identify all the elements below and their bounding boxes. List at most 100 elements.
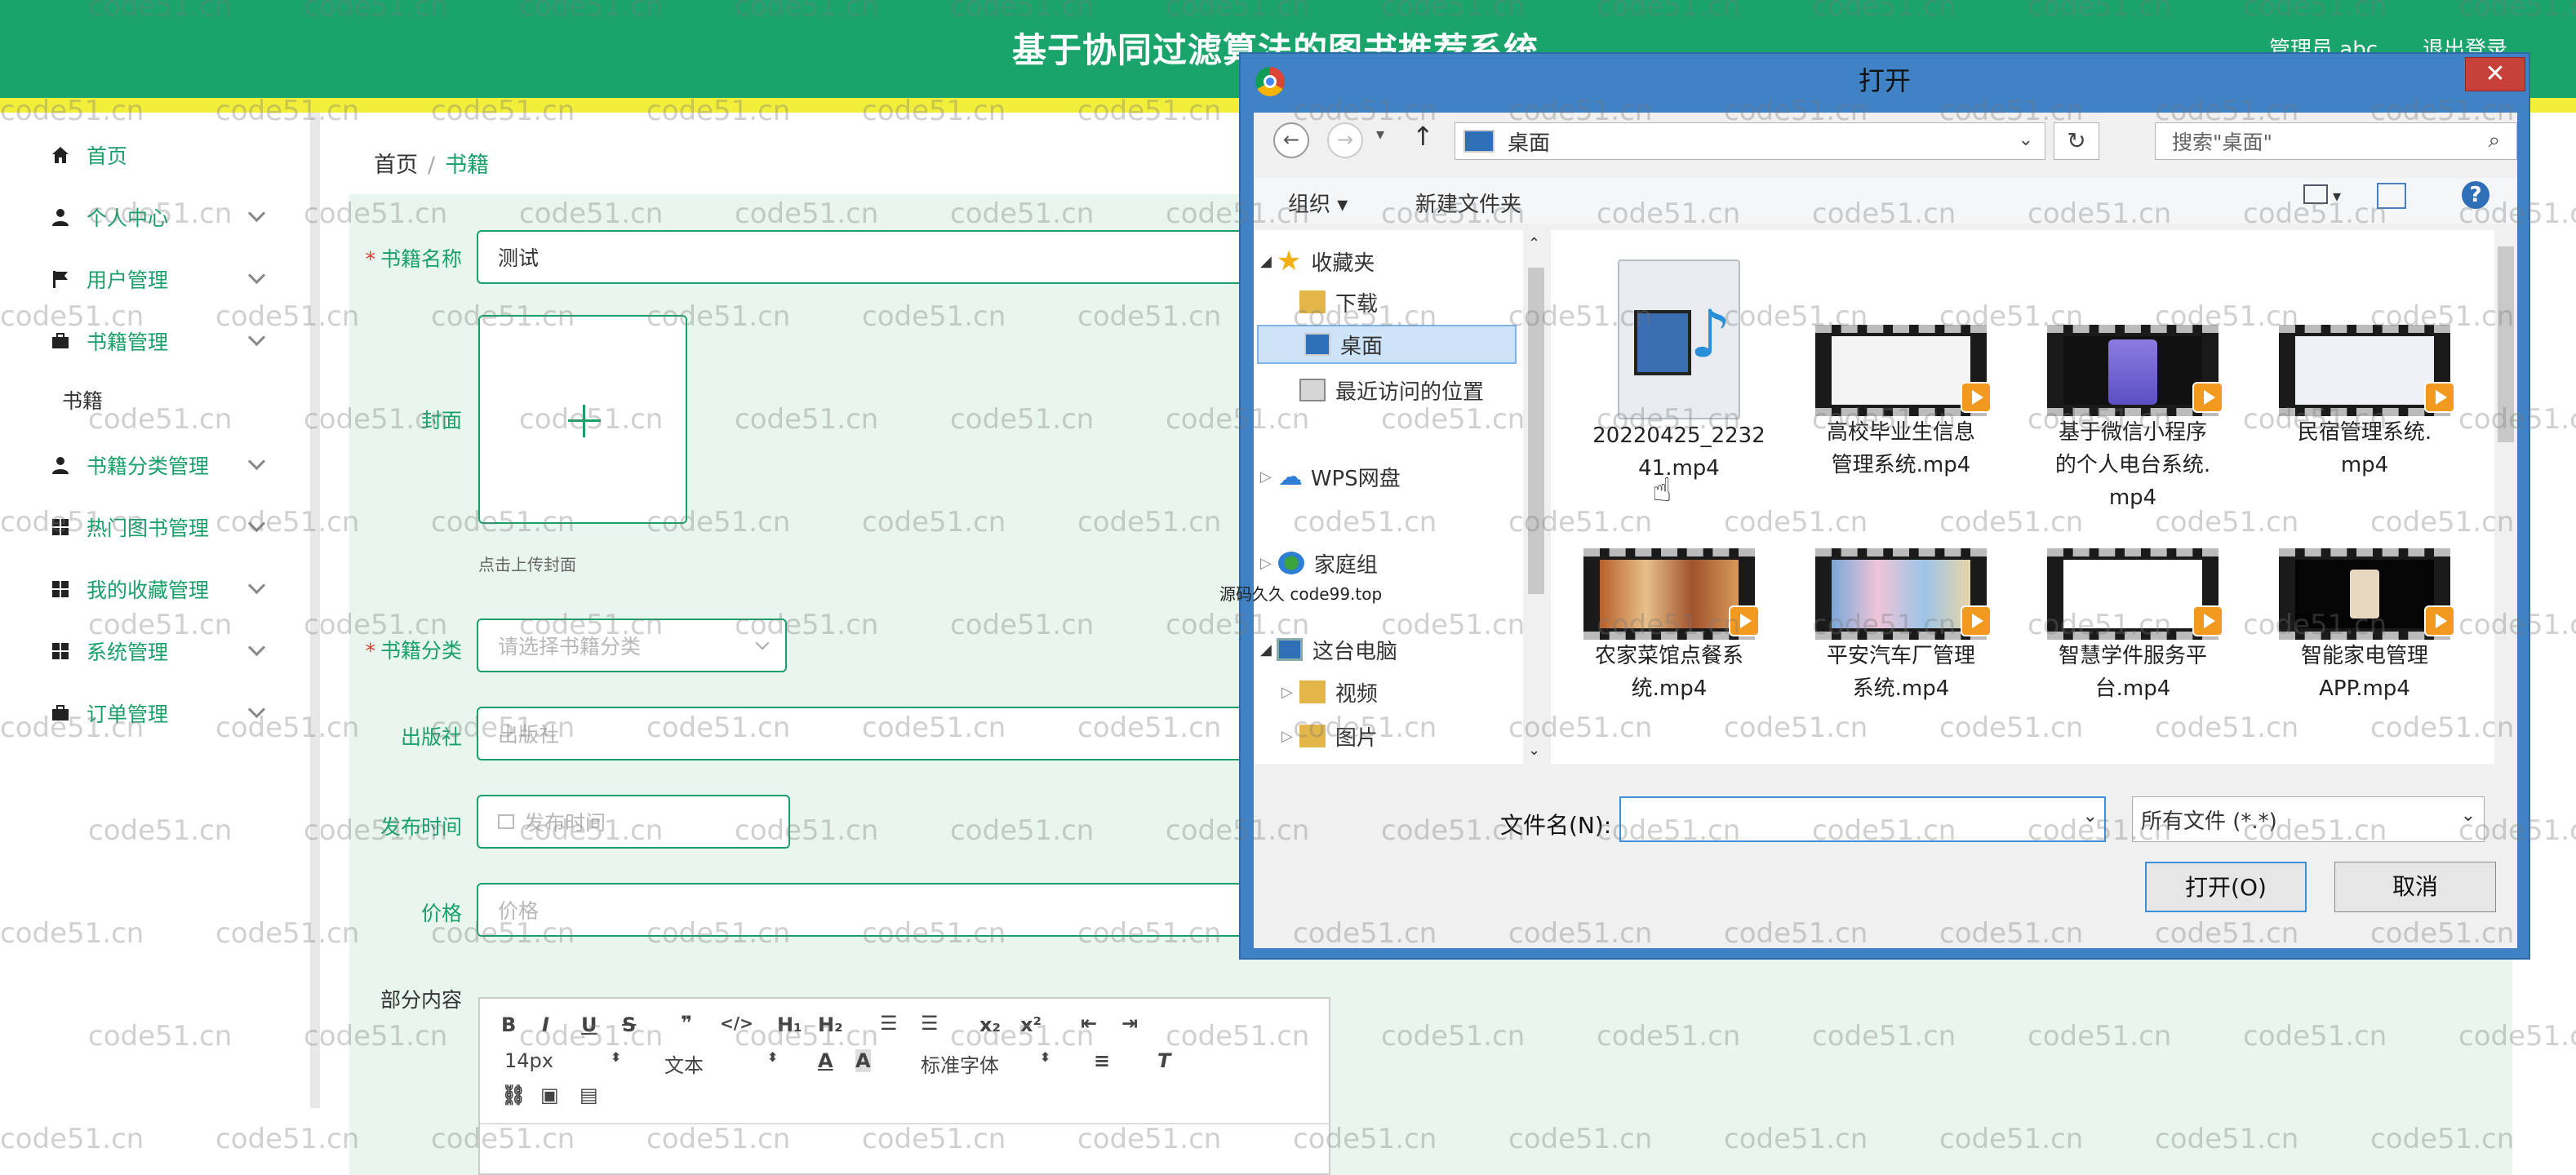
tree-item-recent[interactable]: 最近访问的位置	[1299, 370, 1484, 410]
sidebar-item-profile[interactable]: 个人中心	[49, 194, 278, 240]
clear-format-button[interactable]: T	[1157, 1049, 1170, 1072]
bold-button[interactable]: B	[501, 1013, 516, 1036]
search-input[interactable]: 搜索"桌面" ⌕	[2155, 122, 2517, 160]
tree-item-favorites[interactable]: ◢ ★ 收藏夹	[1260, 242, 1375, 281]
heading1-button[interactable]: H₁	[777, 1013, 802, 1036]
sidebar-scrollbar[interactable]	[310, 113, 320, 1108]
font-color-button[interactable]: A	[818, 1049, 833, 1072]
indent-icon[interactable]: ⇥	[1121, 1012, 1138, 1035]
superscript-button[interactable]: x²	[1020, 1013, 1042, 1036]
cancel-button[interactable]: 取消	[2334, 862, 2496, 912]
chevron-down-icon[interactable]: ⌄	[2019, 130, 2033, 150]
tree-item-homegroup[interactable]: ▷ 家庭组	[1260, 543, 1378, 583]
category-label: * 书籍分类	[365, 639, 462, 663]
background-color-button[interactable]: A	[855, 1049, 871, 1072]
sidebar-item-system[interactable]: 系统管理	[49, 628, 278, 674]
help-icon[interactable]: ?	[2462, 181, 2489, 209]
dialog-close-button[interactable]: ✕	[2465, 57, 2525, 91]
link-icon[interactable]: ⛓	[501, 1084, 526, 1106]
organize-menu[interactable]: 组织 ▾	[1288, 188, 1348, 218]
subscript-button[interactable]: x₂	[979, 1013, 1001, 1036]
file-name-line: APP.mp4	[2319, 676, 2410, 701]
tree-item-this-pc[interactable]: ◢ 这台电脑	[1260, 630, 1397, 669]
tree-scrollbar[interactable]: ⌃ ⌄	[1525, 230, 1548, 764]
file-item[interactable]: 智能家电管理 APP.mp4	[2272, 548, 2457, 705]
sidebar-subitem-books[interactable]: 书籍	[62, 385, 103, 415]
sidebar-item-hot-books[interactable]: 热门图书管理	[49, 504, 278, 550]
scroll-up-icon[interactable]: ⌃	[1528, 235, 1540, 252]
view-dropdown-icon[interactable]: ▾	[2333, 186, 2341, 206]
file-item[interactable]: 农家菜馆点餐系 统.mp4	[1577, 548, 1761, 705]
tree-scrollbar-thumb[interactable]	[1528, 268, 1544, 594]
view-options-icon[interactable]	[2303, 184, 2328, 204]
text-style-select[interactable]: 文本	[664, 1049, 704, 1078]
tree-item-downloads[interactable]: 下载	[1299, 282, 1378, 321]
tree-item-wps-cloud[interactable]: ▷ ☁ WPS网盘	[1260, 457, 1401, 496]
sidebar-item-label: 我的收藏管理	[87, 579, 210, 602]
collapse-arrow-icon[interactable]: ▷	[1260, 555, 1272, 572]
category-select[interactable]: 请选择书籍分类	[477, 619, 787, 672]
file-item[interactable]: 基于微信小程序 的个人电台系统. mp4	[2041, 325, 2225, 514]
filename-label: 文件名(N):	[1500, 812, 1612, 839]
strike-button[interactable]: S	[622, 1013, 636, 1036]
video-icon[interactable]: ▤	[580, 1084, 598, 1106]
underline-button[interactable]: U	[581, 1013, 597, 1036]
font-family-select[interactable]: 标准字体	[921, 1049, 999, 1078]
file-list-scrollbar-thumb[interactable]	[2498, 246, 2514, 442]
file-item[interactable]: 民宿管理系统. mp4	[2272, 325, 2457, 481]
publish-date-picker[interactable]: 发布时间	[477, 795, 790, 849]
expand-arrow-icon[interactable]: ◢	[1260, 641, 1272, 658]
up-arrow-icon[interactable]: ↑	[1412, 121, 1434, 152]
sidebar-item-home[interactable]: 首页	[49, 132, 278, 178]
collapse-arrow-icon[interactable]: ▷	[1260, 468, 1272, 486]
quote-button[interactable]: ❞	[681, 1012, 692, 1035]
cover-upload-box[interactable]	[478, 315, 687, 524]
tree-item-videos[interactable]: ▷ 视频	[1281, 672, 1378, 712]
sidebar-item-label: 热门图书管理	[87, 517, 210, 540]
recent-dropdown-icon[interactable]: ▾	[1376, 124, 1384, 144]
image-icon[interactable]: ▣	[540, 1084, 559, 1106]
collapse-arrow-icon[interactable]: ▷	[1281, 684, 1293, 701]
file-item[interactable]: 智慧学件服务平 台.mp4	[2041, 548, 2225, 705]
forward-arrow-icon[interactable]: →	[1327, 122, 1363, 158]
address-text: 桌面	[1508, 131, 1551, 156]
tree-item-pictures[interactable]: ▷ 图片	[1281, 716, 1378, 756]
tree-item-desktop[interactable]: 桌面	[1257, 325, 1517, 364]
briefcase-icon	[49, 702, 72, 725]
rich-text-editor[interactable]: B I U S ❞ </> H₁ H₂ ☰ ☰ x₂ x² ⇤ ⇥ 14px ⬍…	[478, 997, 1330, 1175]
sidebar-item-users[interactable]: 用户管理	[49, 256, 278, 302]
font-size-select[interactable]: 14px	[504, 1049, 553, 1072]
sidebar-item-favorites[interactable]: 我的收藏管理	[49, 566, 278, 612]
chevron-down-icon[interactable]: ⌄	[2083, 806, 2098, 827]
address-bar[interactable]: 桌面 ⌄	[1455, 122, 2045, 160]
collapse-arrow-icon[interactable]: ▷	[1281, 728, 1293, 745]
align-icon[interactable]: ≡	[1094, 1049, 1110, 1072]
open-button[interactable]: 打开(O)	[2145, 862, 2307, 912]
filename-input[interactable]: ⌄	[1619, 796, 2106, 842]
new-folder-button[interactable]: 新建文件夹	[1415, 188, 1521, 218]
scroll-down-icon[interactable]: ⌄	[1528, 742, 1540, 759]
file-item[interactable]: 高校毕业生信息 管理系统.mp4	[1809, 325, 1993, 481]
ordered-list-icon[interactable]: ☰	[880, 1012, 898, 1035]
back-arrow-icon[interactable]: ←	[1273, 122, 1309, 158]
heading2-button[interactable]: H₂	[818, 1013, 843, 1036]
italic-button[interactable]: I	[542, 1013, 549, 1036]
price-input[interactable]: 价格	[477, 883, 1293, 937]
sidebar-item-books[interactable]: 书籍管理	[49, 318, 278, 364]
breadcrumb-home[interactable]: 首页	[374, 153, 418, 178]
sidebar-item-book-categories[interactable]: 书籍分类管理	[49, 442, 278, 488]
bullet-list-icon[interactable]: ☰	[921, 1012, 939, 1035]
refresh-icon[interactable]: ↻	[2054, 122, 2099, 160]
book-name-input[interactable]: 测试	[477, 230, 1293, 284]
file-item[interactable]: 平安汽车厂管理 系统.mp4	[1809, 548, 1993, 705]
play-icon	[1961, 382, 1992, 413]
outdent-icon[interactable]: ⇤	[1081, 1012, 1097, 1035]
code-button[interactable]: </>	[720, 1013, 753, 1033]
filetype-select[interactable]: 所有文件 (*.*) ⌄	[2132, 796, 2485, 842]
publisher-input[interactable]: 出版社	[477, 707, 1293, 760]
preview-pane-icon[interactable]	[2377, 183, 2406, 209]
file-list-scrollbar[interactable]	[2494, 230, 2517, 764]
file-item[interactable]: ♪ 20220425_2232 41.mp4	[1587, 259, 1771, 485]
expand-arrow-icon[interactable]: ◢	[1260, 253, 1272, 270]
sidebar-item-orders[interactable]: 订单管理	[49, 690, 278, 736]
